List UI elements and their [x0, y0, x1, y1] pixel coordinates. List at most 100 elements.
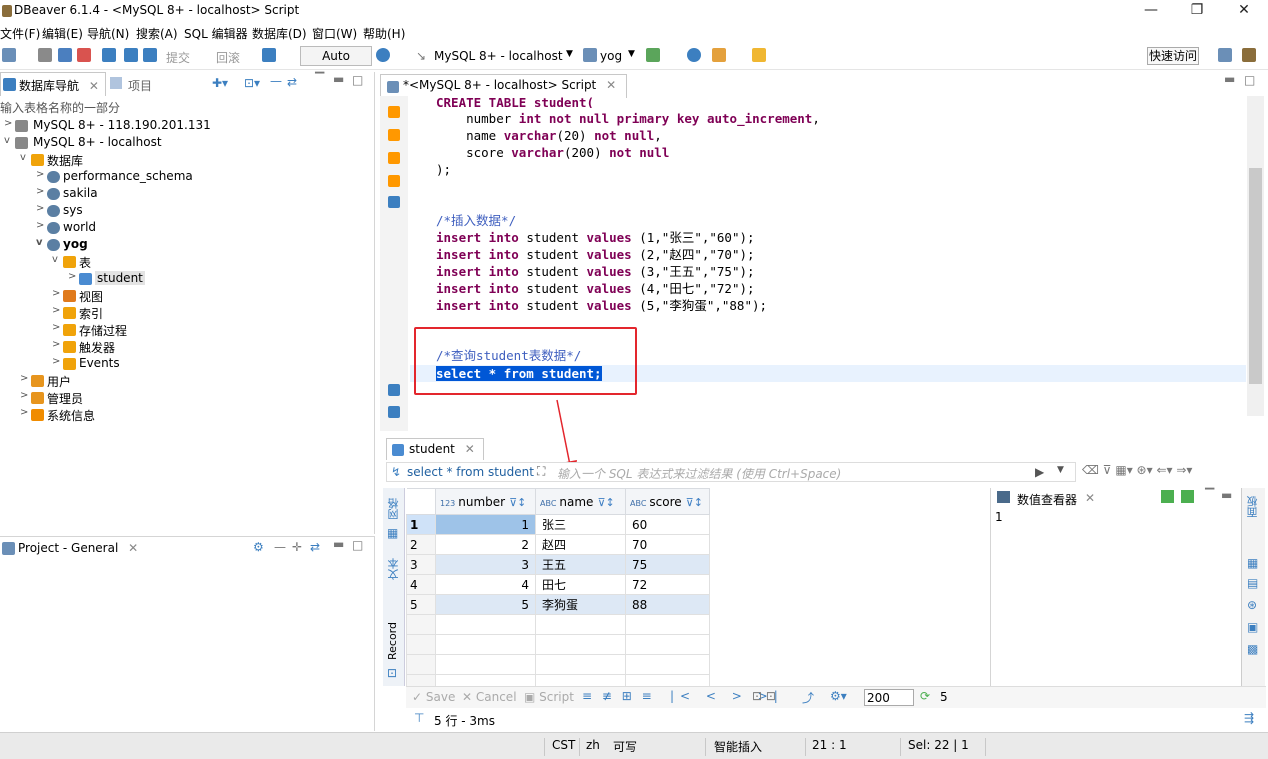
- quick-access-button[interactable]: 快速访问: [1147, 47, 1199, 65]
- close-icon[interactable]: ✕: [1085, 491, 1095, 505]
- commit-button[interactable]: 提交: [166, 49, 190, 66]
- table-row[interactable]: 4 4 田七 72: [406, 574, 710, 595]
- menu-database[interactable]: 数据库(D): [252, 25, 307, 42]
- schema-dropdown-icon[interactable]: ▼: [628, 49, 635, 59]
- new-folder-icon[interactable]: ⊡▾: [244, 76, 260, 90]
- menu-search[interactable]: 搜索(A): [136, 25, 178, 42]
- scrollbar-thumb[interactable]: [1249, 168, 1262, 384]
- connection-dropdown-icon[interactable]: ▼: [566, 49, 573, 59]
- view-menu-icon[interactable]: ▔: [1205, 488, 1214, 502]
- maximize-view-icon[interactable]: □: [1244, 73, 1255, 87]
- settings-icon[interactable]: ⚙: [253, 540, 264, 554]
- export-icon[interactable]: ⤴: [802, 689, 814, 706]
- column-header-name[interactable]: ABC name ⊽↕: [535, 488, 626, 515]
- view-menu-icon[interactable]: ▔: [315, 72, 324, 86]
- column-header-number[interactable]: 123 number ⊽↕: [435, 488, 536, 515]
- tab-projects[interactable]: 项目: [128, 77, 152, 94]
- tab-grid[interactable]: 网格: [386, 498, 402, 520]
- menu-sql-editor[interactable]: SQL 编辑器: [184, 25, 248, 42]
- transaction-log-icon[interactable]: [124, 48, 138, 62]
- collapse-icon[interactable]: —: [274, 540, 286, 554]
- close-icon[interactable]: ✕: [128, 541, 138, 555]
- active-query-label[interactable]: select * from student: [407, 465, 534, 479]
- save-script-icon[interactable]: [388, 406, 400, 418]
- code-line-3[interactable]: name varchar(20) not null,: [436, 127, 662, 144]
- table-row[interactable]: 1 1 张三 60: [406, 514, 710, 535]
- history-icon[interactable]: [376, 48, 390, 62]
- close-icon[interactable]: ✕: [606, 78, 616, 92]
- refresh-icon[interactable]: ⟳: [920, 689, 930, 703]
- open-perspective-icon[interactable]: [1218, 48, 1232, 62]
- save-value-icon[interactable]: [1161, 490, 1174, 503]
- minimize-button[interactable]: —: [1136, 2, 1166, 18]
- code-line-2[interactable]: number int not null primary key auto_inc…: [436, 110, 820, 127]
- link-icon[interactable]: ⇄: [310, 540, 320, 554]
- execute-script-icon[interactable]: [388, 152, 400, 164]
- active-connection-select[interactable]: MySQL 8+ - localhost: [434, 49, 563, 63]
- auto-apply-icon[interactable]: [1181, 490, 1194, 503]
- expand-filter-icon[interactable]: ⛶: [537, 464, 545, 479]
- transaction-mode-icon[interactable]: [102, 48, 116, 62]
- maximize-button[interactable]: ❐: [1182, 2, 1212, 18]
- tab-database-navigator[interactable]: 数据库导航 ✕: [0, 72, 106, 96]
- layout-icons[interactable]: ⊡ ⊡: [752, 689, 776, 703]
- code-line-4[interactable]: score varchar(200) not null: [436, 144, 669, 161]
- dbeaver-perspective-icon[interactable]: [1242, 48, 1256, 62]
- minimize-view-icon[interactable]: ▬: [333, 72, 344, 86]
- code-comment-insert[interactable]: /*插入数据*/: [436, 212, 516, 229]
- minimize-view-icon[interactable]: ▬: [333, 537, 344, 551]
- pending-transactions-icon[interactable]: [143, 48, 157, 62]
- execute-script-tabs-icon[interactable]: [388, 175, 400, 187]
- menu-help[interactable]: 帮助(H): [363, 25, 405, 42]
- code-insert-3[interactable]: insert into student values (3,"王五","75")…: [436, 263, 755, 280]
- panel-icon-4[interactable]: ▣: [1247, 620, 1258, 634]
- table-row[interactable]: 2 2 赵四 70: [406, 534, 710, 555]
- new-connection-icon[interactable]: [2, 48, 16, 62]
- tools-icon[interactable]: [712, 48, 726, 62]
- connect-icon[interactable]: [38, 48, 52, 62]
- row-edit-icons[interactable]: ≡ ≢ ⊞ ≡: [582, 689, 655, 703]
- code-insert-4[interactable]: insert into student values (4,"田七","72")…: [436, 280, 755, 297]
- link-editor-icon[interactable]: ⇄: [287, 75, 297, 89]
- cancel-button[interactable]: ✕ Cancel: [462, 690, 517, 704]
- menu-navigate[interactable]: 导航(N): [87, 25, 129, 42]
- code-insert-5[interactable]: insert into student values (5,"李狗蛋","88"…: [436, 297, 767, 314]
- menu-file[interactable]: 文件(F): [0, 25, 40, 42]
- fetch-size-input[interactable]: [864, 689, 914, 706]
- dashboard-icon[interactable]: [687, 48, 701, 62]
- collapse-all-icon[interactable]: —: [270, 74, 282, 88]
- close-button[interactable]: ✕: [1229, 2, 1259, 18]
- tab-record[interactable]: Record: [386, 622, 399, 660]
- settings-icon[interactable]: ⚙▾: [830, 689, 847, 703]
- minimize-view-icon[interactable]: ▬: [1221, 488, 1232, 502]
- rollback-button[interactable]: 回滚: [216, 49, 240, 66]
- value-viewer-content[interactable]: 1: [995, 510, 1003, 524]
- tab-panels[interactable]: 面板: [1245, 496, 1261, 518]
- execute-new-tab-icon[interactable]: [388, 129, 400, 141]
- active-schema-select[interactable]: yog: [600, 49, 622, 63]
- disconnect-icon[interactable]: [77, 48, 91, 62]
- panel-icon-2[interactable]: ▤: [1247, 576, 1258, 590]
- table-row[interactable]: 3 3 王五 75: [406, 554, 710, 575]
- close-icon[interactable]: ✕: [89, 79, 99, 93]
- menu-window[interactable]: 窗口(W): [312, 25, 357, 42]
- script-button[interactable]: ▣ Script: [524, 690, 574, 704]
- result-toolbar-icons[interactable]: ⌫ ⊽ ▦▾ ⊛▾ ⇐▾ ⇒▾: [1082, 463, 1192, 477]
- maximize-view-icon[interactable]: □: [352, 538, 363, 552]
- panel-icon-1[interactable]: ▦: [1247, 556, 1258, 570]
- code-insert-2[interactable]: insert into student values (2,"赵四","70")…: [436, 246, 755, 263]
- save-button[interactable]: ✓ Save: [412, 690, 455, 704]
- filter-history-icon[interactable]: ▼: [1057, 465, 1064, 475]
- new-connection-icon[interactable]: ✚▾: [212, 76, 228, 90]
- tab-results-student[interactable]: student ✕: [386, 438, 484, 460]
- code-insert-1[interactable]: insert into student values (1,"张三","60")…: [436, 229, 755, 246]
- tab-project-general[interactable]: Project - General ✕: [0, 537, 145, 561]
- panel-icon-5[interactable]: ▩: [1247, 642, 1258, 656]
- explain-plan-icon[interactable]: [388, 196, 400, 208]
- expand-icon[interactable]: ✛: [292, 540, 302, 554]
- table-row[interactable]: 5 5 李狗蛋 88: [406, 594, 710, 615]
- close-icon[interactable]: ✕: [465, 442, 475, 456]
- load-script-icon[interactable]: [388, 384, 400, 396]
- column-header-score[interactable]: ABC score ⊽↕: [625, 488, 710, 515]
- menu-edit[interactable]: 编辑(E): [42, 25, 83, 42]
